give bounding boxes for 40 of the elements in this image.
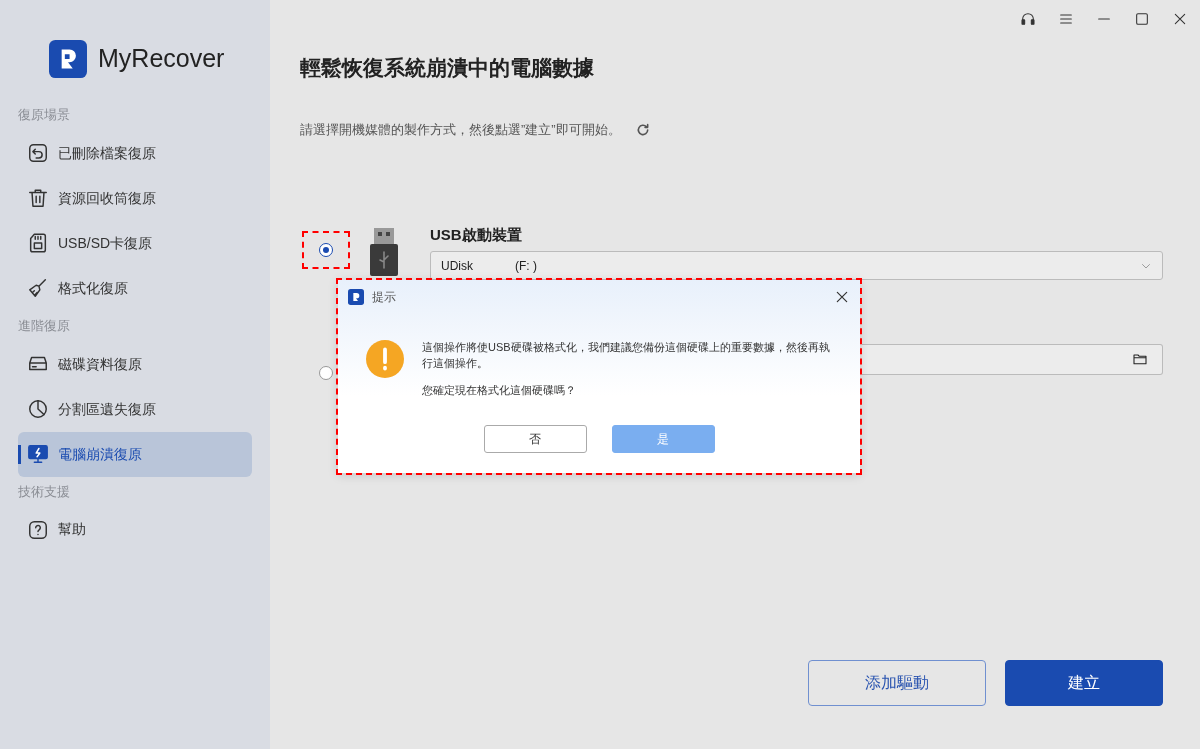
sidebar-item[interactable]: 格式化復原	[18, 265, 252, 311]
section-title: 技術支援	[18, 483, 71, 501]
no-button[interactable]: 否	[483, 425, 587, 453]
warning-icon	[366, 340, 404, 378]
add-driver-button[interactable]: 添加驅動	[808, 660, 986, 706]
close-icon[interactable]	[1172, 11, 1188, 27]
monitor-icon	[27, 443, 49, 465]
app-name: MyRecover	[98, 43, 225, 75]
dialog-message: 這個操作將使USB硬碟被格式化，我們建議您備份這個硬碟上的重要數據，然後再執行這個操作。	[422, 340, 831, 371]
radio-button[interactable]	[319, 365, 333, 380]
undo-icon	[27, 142, 49, 165]
sidebar-item[interactable]: USB/SD卡復原	[18, 220, 252, 266]
dialog-question: 您確定現在格式化這個硬碟嗎？	[422, 382, 577, 398]
headset-icon[interactable]	[1020, 11, 1036, 27]
trash-icon	[27, 187, 49, 210]
dialog-title: 提示	[372, 289, 396, 306]
sidebar-item[interactable]: 分割區遺失復原	[18, 386, 252, 432]
logo-icon	[49, 40, 87, 78]
broom-icon	[27, 277, 49, 300]
section-title: 進階復原	[18, 317, 71, 335]
maximize-icon[interactable]	[1134, 11, 1150, 27]
path-field[interactable]	[862, 343, 1163, 375]
close-icon[interactable]	[834, 289, 850, 305]
help-icon	[27, 518, 49, 541]
section-title: 復原場景	[18, 107, 71, 124]
logo-icon	[348, 289, 364, 305]
radio-button[interactable]	[319, 242, 333, 257]
pie-chart-icon	[27, 398, 49, 420]
sidebar-item[interactable]: 磁碟資料復原	[18, 341, 252, 387]
sidebar-item[interactable]: 資源回收筒復原	[18, 175, 252, 221]
sidebar-item[interactable]: 已刪除檔案復原	[18, 130, 252, 176]
menu-icon[interactable]	[1058, 11, 1074, 27]
page-title: 輕鬆恢復系統崩潰中的電腦數據	[300, 55, 595, 81]
instruction-text: 請選擇開機媒體的製作方式，然後點選”建立”即可開始。	[300, 121, 621, 140]
sidebar-item[interactable]: 電腦崩潰復原	[18, 431, 252, 477]
sidebar-item[interactable]: 幫助	[18, 507, 252, 553]
drive-select[interactable]: UDisk (F: )	[430, 251, 1163, 281]
sd-card-icon	[27, 232, 49, 255]
create-button[interactable]: 建立	[1005, 660, 1163, 706]
option-label: USB啟動裝置	[430, 224, 523, 245]
